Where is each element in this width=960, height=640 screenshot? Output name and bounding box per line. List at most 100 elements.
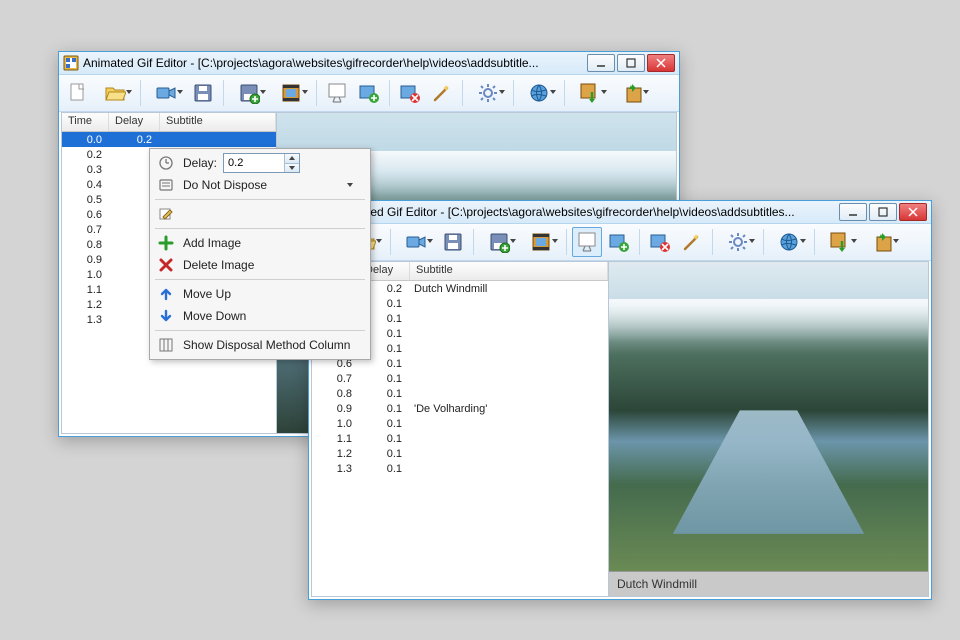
cell-subtitle: Dutch Windmill — [408, 283, 608, 295]
toolbar-export-button[interactable] — [612, 78, 652, 108]
toolbar-separator — [473, 229, 474, 255]
menu-move-up[interactable]: Move Up — [153, 283, 367, 305]
toolbar-record-button[interactable] — [146, 78, 186, 108]
cell-time: 0.7 — [312, 373, 358, 385]
chevron-down-icon — [800, 239, 806, 243]
table-row[interactable]: 0.00.2 — [62, 132, 276, 147]
menu-dispose[interactable]: Do Not Dispose — [153, 174, 367, 196]
menu-edit-stub[interactable] — [153, 203, 367, 225]
table-row[interactable]: 0.70.1 — [312, 371, 608, 386]
close-button[interactable] — [647, 54, 675, 72]
spin-down[interactable] — [285, 164, 299, 173]
cell-delay: 0.1 — [358, 433, 408, 445]
minimize-button[interactable] — [839, 203, 867, 221]
toolbar-separator — [712, 229, 713, 255]
plus-icon — [157, 234, 175, 252]
cell-time: 0.3 — [62, 164, 108, 176]
close-button[interactable] — [899, 203, 927, 221]
table-row[interactable]: 0.90.1'De Volharding' — [312, 401, 608, 416]
toolbar-separator — [513, 80, 514, 106]
chevron-down-icon — [893, 239, 899, 243]
toolbar-wand-button[interactable] — [427, 78, 457, 108]
toolbar-separator — [814, 229, 815, 255]
toolbar-record-button[interactable] — [396, 227, 436, 257]
toolbar-overlay-del-button[interactable] — [395, 78, 425, 108]
window-title: Animated Gif Editor - [C:\projects\agora… — [333, 205, 835, 219]
col-time[interactable]: Time — [62, 113, 109, 131]
preview-pane: Dutch Windmill — [609, 261, 929, 597]
toolbar-import-button[interactable] — [820, 227, 860, 257]
cell-time: 0.8 — [312, 388, 358, 400]
x-icon — [157, 256, 175, 274]
toolbar-screen-button[interactable] — [572, 227, 602, 257]
delay-spinner[interactable] — [223, 153, 300, 173]
toolbar-save-button[interactable] — [438, 227, 468, 257]
table-header: Time Delay Subtitle — [62, 113, 276, 132]
toolbar-wand-button[interactable] — [677, 227, 707, 257]
toolbar-screen-button[interactable] — [322, 78, 352, 108]
toolbar-settings-button[interactable] — [468, 78, 508, 108]
toolbar-web-button[interactable] — [519, 78, 559, 108]
toolbar-frames-button[interactable] — [521, 227, 561, 257]
maximize-button[interactable] — [869, 203, 897, 221]
col-delay[interactable]: Delay — [109, 113, 160, 131]
menu-delete-image[interactable]: Delete Image — [153, 254, 367, 276]
chevron-down-icon — [499, 90, 505, 94]
toolbar-saveas-button[interactable] — [479, 227, 519, 257]
toolbar-overlay-add-button[interactable] — [604, 227, 634, 257]
toolbar-separator — [140, 80, 141, 106]
table-row[interactable]: 1.30.1 — [312, 461, 608, 476]
toolbar-new-button[interactable] — [63, 78, 93, 108]
toolbar-separator — [389, 80, 390, 106]
chevron-down-icon — [552, 239, 558, 243]
table-row[interactable]: 0.80.1 — [312, 386, 608, 401]
toolbar-export-button[interactable] — [862, 227, 902, 257]
toolbar-import-button[interactable] — [570, 78, 610, 108]
col-subtitle[interactable]: Subtitle — [160, 113, 276, 131]
menu-separator — [155, 199, 365, 200]
menu-delay-row[interactable]: Delay: — [153, 152, 367, 174]
frame-context-menu[interactable]: Delay: Do Not Dispose Add Image Delete I… — [149, 148, 371, 360]
spin-up[interactable] — [285, 154, 299, 164]
window-title: Animated Gif Editor - [C:\projects\agora… — [83, 56, 583, 70]
menu-separator — [155, 330, 365, 331]
toolbar-frames-button[interactable] — [271, 78, 311, 108]
toolbar — [59, 75, 679, 112]
toolbar-settings-button[interactable] — [718, 227, 758, 257]
toolbar-separator — [223, 80, 224, 106]
toolbar — [309, 224, 931, 261]
dispose-icon — [157, 176, 175, 194]
toolbar-separator — [566, 229, 567, 255]
toolbar-save-button[interactable] — [188, 78, 218, 108]
minimize-button[interactable] — [587, 54, 615, 72]
toolbar-overlay-add-button[interactable] — [354, 78, 384, 108]
toolbar-web-button[interactable] — [769, 227, 809, 257]
delay-input[interactable] — [224, 154, 284, 172]
chevron-down-icon — [749, 239, 755, 243]
window-editor-2: Animated Gif Editor - [C:\projects\agora… — [308, 200, 932, 600]
cell-time: 1.2 — [312, 448, 358, 460]
delay-label: Delay: — [183, 156, 217, 170]
cell-subtitle: 'De Volharding' — [408, 403, 608, 415]
maximize-button[interactable] — [617, 54, 645, 72]
menu-show-disposal[interactable]: Show Disposal Method Column — [153, 334, 367, 356]
cell-time: 1.1 — [312, 433, 358, 445]
titlebar[interactable]: Animated Gif Editor - [C:\projects\agora… — [309, 201, 931, 224]
toolbar-open-button[interactable] — [95, 78, 135, 108]
titlebar[interactable]: Animated Gif Editor - [C:\projects\agora… — [59, 52, 679, 75]
table-row[interactable]: 1.00.1 — [312, 416, 608, 431]
table-row[interactable]: 1.10.1 — [312, 431, 608, 446]
toolbar-saveas-button[interactable] — [229, 78, 269, 108]
menu-add-image[interactable]: Add Image — [153, 232, 367, 254]
table-row[interactable]: 1.20.1 — [312, 446, 608, 461]
menu-move-down[interactable]: Move Down — [153, 305, 367, 327]
toolbar-overlay-del-button[interactable] — [645, 227, 675, 257]
col-subtitle[interactable]: Subtitle — [410, 262, 608, 280]
cell-delay: 0.1 — [358, 373, 408, 385]
toolbar-separator — [316, 80, 317, 106]
menu-label: Move Up — [183, 287, 231, 301]
cell-time: 0.5 — [62, 194, 108, 206]
chevron-down-icon — [427, 239, 433, 243]
cell-time: 1.0 — [62, 269, 108, 281]
cell-time: 1.1 — [62, 284, 108, 296]
